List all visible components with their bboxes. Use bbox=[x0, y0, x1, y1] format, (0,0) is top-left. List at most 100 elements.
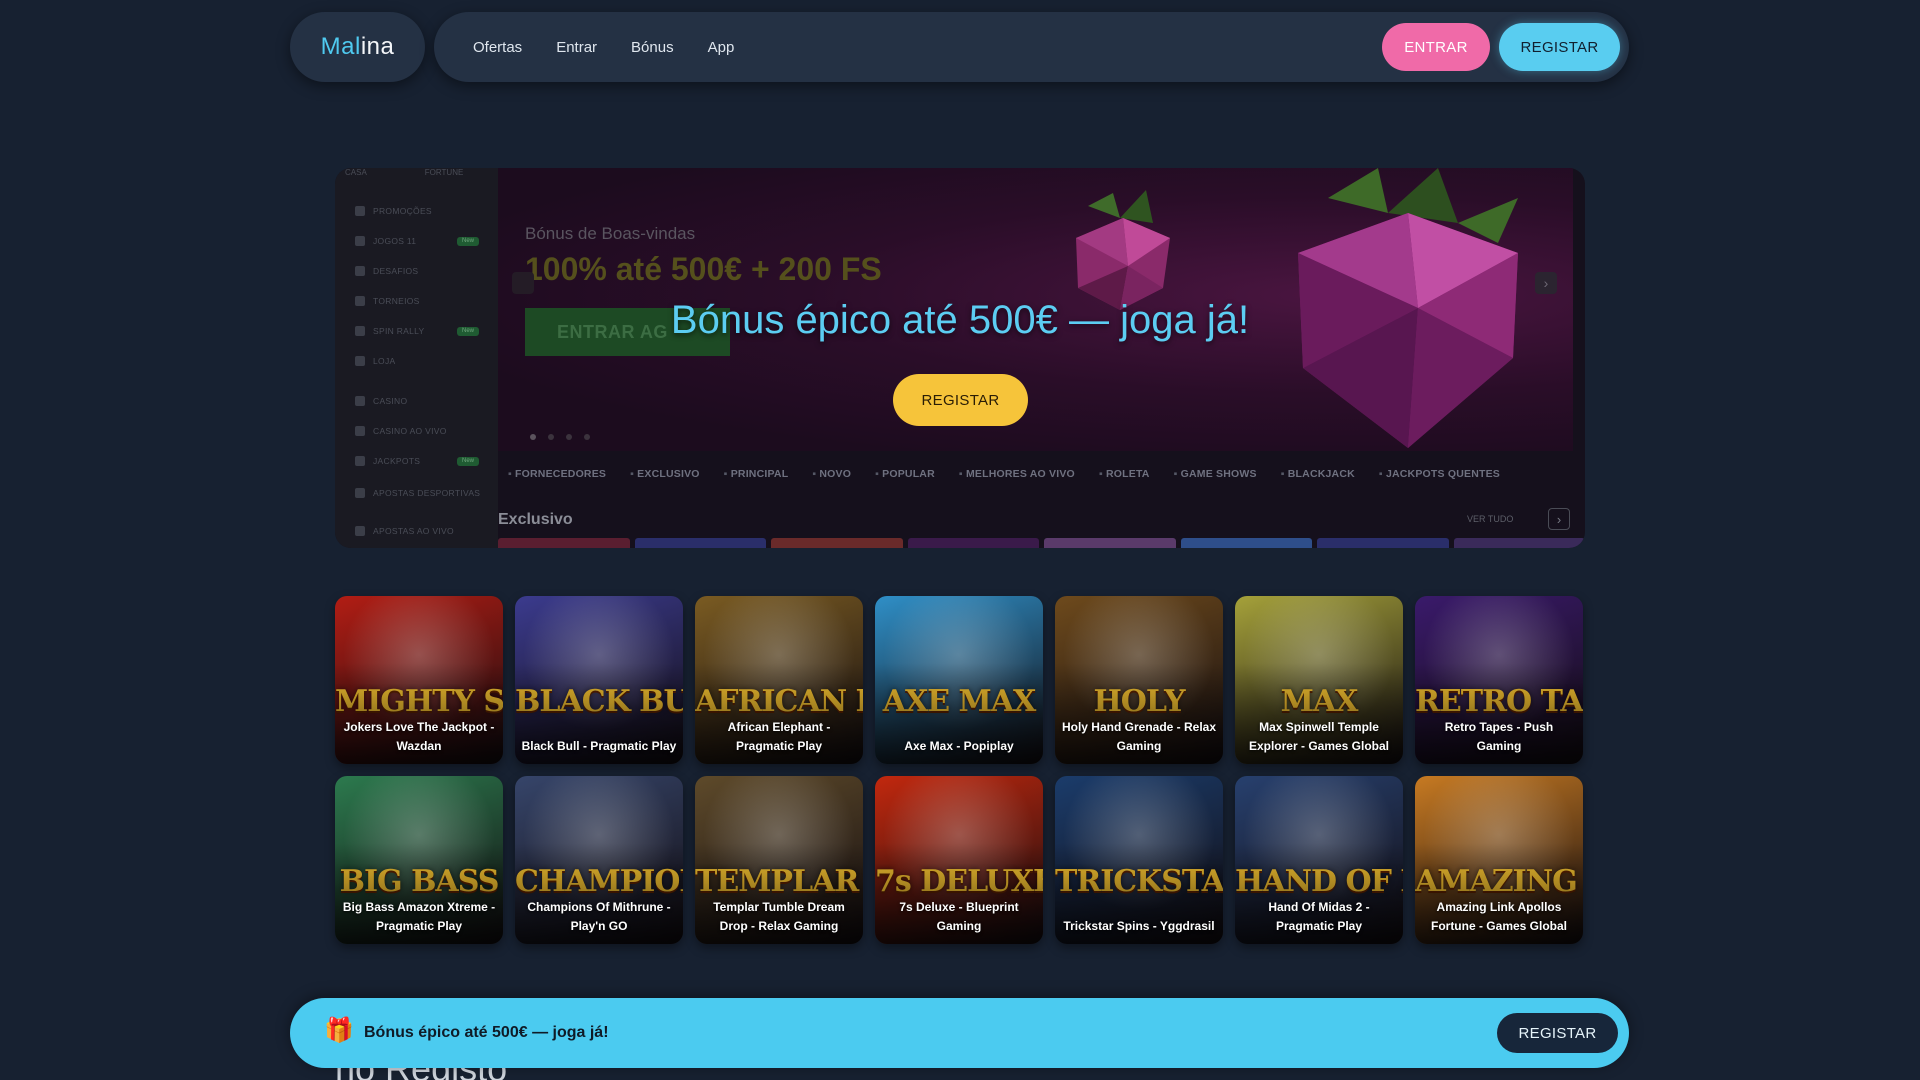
embedded-sidebar-item: CASINO AO VIVO bbox=[355, 426, 447, 436]
login-button[interactable]: ENTRAR bbox=[1382, 23, 1490, 71]
promo-text: Bónus épico até 500€ — joga já! bbox=[364, 1024, 609, 1041]
game-tile[interactable]: 7s DELUXE7s Deluxe - Blueprint Gaming bbox=[875, 776, 1043, 944]
carousel-next-button[interactable]: › bbox=[1535, 272, 1557, 294]
embedded-category-tab: PRINCIPAL bbox=[724, 468, 789, 480]
game-title: Retro Tapes - Push Gaming bbox=[1444, 720, 1554, 753]
embedded-welcome-title: 100% até 500€ + 200 FS bbox=[525, 251, 882, 287]
embedded-section-next: › bbox=[1548, 508, 1570, 530]
game-tile[interactable]: AXE MAXAxe Max - Popiplay bbox=[875, 596, 1043, 764]
embedded-sidebar-top: CASA FORTUNE bbox=[345, 168, 463, 177]
hero-register-button[interactable]: REGISTAR bbox=[893, 374, 1028, 426]
menu-icon bbox=[355, 426, 365, 436]
nav-link-app[interactable]: App bbox=[708, 39, 735, 56]
menu-icon bbox=[355, 356, 365, 366]
embedded-category-tab: FORNECEDORES bbox=[508, 468, 606, 480]
logo[interactable]: Mal ina bbox=[290, 12, 425, 82]
game-title: Jokers Love The Jackpot - Wazdan bbox=[343, 720, 495, 753]
game-tile[interactable]: BLACK BULLBlack Bull - Pragmatic Play bbox=[515, 596, 683, 764]
game-title: Champions Of Mithrune - Play'n GO bbox=[527, 900, 671, 933]
menu-icon bbox=[355, 396, 365, 406]
promo-bar: 🎁 Bónus épico até 500€ — joga já! REGIST… bbox=[290, 998, 1629, 1068]
embedded-sidebar-label: APOSTAS DESPORTIVAS bbox=[373, 488, 481, 498]
embedded-category-tab: EXCLUSIVO bbox=[630, 468, 700, 480]
embedded-sidebar-item: JOGOS 11 bbox=[355, 236, 416, 246]
embedded-sidebar-item: JACKPOTS bbox=[355, 456, 420, 466]
game-tile[interactable]: AFRICAN ELEPHANTAfrican Elephant - Pragm… bbox=[695, 596, 863, 764]
menu-icon bbox=[355, 456, 365, 466]
embedded-category-tab: ROLETA bbox=[1099, 468, 1150, 480]
logo-part-1: Mal bbox=[320, 33, 361, 60]
embedded-sidebar: CASA FORTUNE PROMOÇÕES JOGOS 11 New DESAFIO… bbox=[335, 168, 498, 548]
logo-part-2: ina bbox=[360, 33, 395, 60]
embedded-sidebar-item: PROMOÇÕES bbox=[355, 206, 432, 216]
game-title: Templar Tumble Dream Drop - Relax Gaming bbox=[713, 900, 845, 933]
menu-icon bbox=[355, 488, 365, 498]
game-title: 7s Deluxe - Blueprint Gaming bbox=[899, 900, 1019, 933]
embedded-sidebar-label: CASINO bbox=[373, 396, 408, 406]
game-title: Amazing Link Apollos Fortune - Games Glo… bbox=[1430, 900, 1568, 933]
embedded-sidebar-item: CASINO bbox=[355, 396, 407, 406]
chevron-right-icon: › bbox=[1543, 275, 1549, 291]
embedded-category-tab: NOVO bbox=[812, 468, 851, 480]
game-title: Axe Max - Popiplay bbox=[904, 739, 1014, 753]
new-badge: New bbox=[457, 457, 479, 466]
game-tile[interactable]: AMAZING LINKAmazing Link Apollos Fortune… bbox=[1415, 776, 1583, 944]
game-tile[interactable]: TEMPLAR TUMBLETemplar Tumble Dream Drop … bbox=[695, 776, 863, 944]
embedded-sidebar-label: APOSTAS AO VIVO bbox=[373, 526, 454, 536]
nav-link-bonus[interactable]: Bónus bbox=[631, 39, 674, 56]
game-title: Max Spinwell Temple Explorer - Games Glo… bbox=[1248, 720, 1390, 753]
top-navigation: Ofertas Entrar Bónus App ENTRAR REGISTAR bbox=[434, 12, 1629, 82]
game-title: African Elephant - Pragmatic Play bbox=[727, 720, 831, 753]
embedded-sidebar-label: PROMOÇÕES bbox=[373, 206, 432, 216]
embedded-category-tab: MELHORES AO VIVO bbox=[959, 468, 1075, 480]
game-tile[interactable]: TRICKSTAR SPINSTrickstar Spins - Yggdras… bbox=[1055, 776, 1223, 944]
embedded-welcome-kicker: Bónus de Boas-vindas bbox=[525, 224, 696, 243]
carousel-dot[interactable] bbox=[566, 434, 572, 440]
embedded-sidebar-label: CASINO AO VIVO bbox=[373, 426, 447, 436]
game-tile[interactable]: RETRO TAPESRetro Tapes - Push Gaming bbox=[1415, 596, 1583, 764]
game-tile[interactable]: HOLYHoly Hand Grenade - Relax Gaming bbox=[1055, 596, 1223, 764]
embedded-sidebar-top-item: FORTUNE bbox=[424, 168, 464, 177]
embedded-sidebar-item: DESAFIOS bbox=[355, 266, 418, 276]
embedded-category-tab: BLACKJACK bbox=[1281, 468, 1355, 480]
menu-icon bbox=[355, 526, 365, 536]
embedded-category-tab: POPULAR bbox=[875, 468, 935, 480]
game-grid: MIGHTY SYMBOLSJokers Love The Jackpot - … bbox=[335, 596, 1585, 944]
embedded-category-tab: GAME SHOWS bbox=[1174, 468, 1257, 480]
nav-link-ofertas[interactable]: Ofertas bbox=[473, 39, 522, 56]
embedded-sidebar-label: LOJA bbox=[373, 356, 396, 366]
embedded-game-strip bbox=[498, 538, 1585, 548]
game-title: Hand Of Midas 2 - Pragmatic Play bbox=[1268, 900, 1370, 933]
embedded-sidebar-label: JOGOS 11 bbox=[373, 236, 417, 246]
embedded-sidebar-item: LOJA bbox=[355, 356, 395, 366]
game-tile[interactable]: BIG BASSBig Bass Amazon Xtreme - Pragmat… bbox=[335, 776, 503, 944]
embedded-category-row: FORNECEDORES EXCLUSIVO PRINCIPAL NOVO POPULA… bbox=[508, 468, 1500, 480]
game-tile[interactable]: MIGHTY SYMBOLSJokers Love The Jackpot - … bbox=[335, 596, 503, 764]
menu-icon bbox=[355, 206, 365, 216]
game-tile[interactable]: MAXMax Spinwell Temple Explorer - Games … bbox=[1235, 596, 1403, 764]
game-title: Black Bull - Pragmatic Play bbox=[521, 739, 677, 753]
carousel-dot[interactable] bbox=[530, 434, 536, 440]
embedded-sidebar-top-item: CASA bbox=[345, 168, 367, 177]
game-tile[interactable]: CHAMPIONSChampions Of Mithrune - Play'n … bbox=[515, 776, 683, 944]
carousel-dots bbox=[530, 434, 590, 440]
register-button[interactable]: REGISTAR bbox=[1499, 23, 1620, 71]
carousel-dot[interactable] bbox=[548, 434, 554, 440]
game-tile[interactable]: HAND OF MIDAS 2Hand Of Midas 2 - Pragmat… bbox=[1235, 776, 1403, 944]
embedded-sidebar-item: APOSTAS DESPORTIVAS bbox=[355, 488, 480, 498]
embedded-category-tab: JACKPOTS QUENTES bbox=[1379, 468, 1500, 480]
embedded-view-all-link: VER TUDO bbox=[1467, 514, 1514, 524]
chevron-right-icon: › bbox=[1556, 511, 1562, 527]
carousel-dot[interactable] bbox=[584, 434, 590, 440]
menu-icon bbox=[355, 236, 365, 246]
carousel-prev-button[interactable] bbox=[512, 272, 534, 294]
promo-register-button[interactable]: REGISTAR bbox=[1497, 1013, 1618, 1053]
menu-icon bbox=[355, 266, 365, 276]
nav-link-entrar[interactable]: Entrar bbox=[556, 39, 597, 56]
embedded-sidebar-item: APOSTAS AO VIVO bbox=[355, 526, 454, 536]
game-title: Big Bass Amazon Xtreme - Pragmatic Play bbox=[342, 900, 496, 933]
new-badge: New bbox=[457, 237, 479, 246]
embedded-section-title: Exclusivo bbox=[498, 511, 573, 528]
hero-banner: CASA FORTUNE PROMOÇÕES JOGOS 11 New DESAFIO… bbox=[335, 168, 1585, 548]
game-title: Trickstar Spins - Yggdrasil bbox=[1063, 919, 1215, 933]
